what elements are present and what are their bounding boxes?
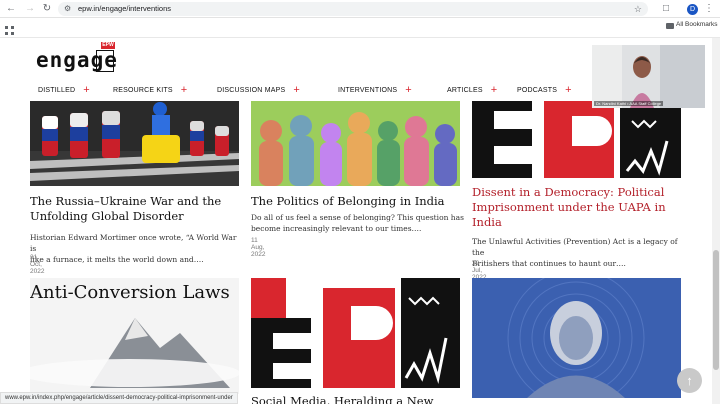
video-caption: Dr. Nandini Kathi • AAA Staff College	[594, 101, 664, 106]
nav-label: DISCUSSION MAPS	[217, 87, 286, 94]
nav-label: RESOURCE KITS	[113, 87, 173, 94]
excerpt-line: The Unlawful Activities (Prevention) Act…	[472, 237, 678, 257]
title-line[interactable]: India	[472, 215, 687, 230]
scroll-to-top-icon[interactable]: ↑	[677, 368, 702, 393]
browser-toolbar: ← → ↻ ⚙ epw.in/engage/interventions ☆ □ …	[0, 0, 720, 18]
address-url[interactable]: epw.in/engage/interventions	[78, 2, 171, 16]
excerpt-line: become increasingly relevant to our time…	[251, 224, 422, 233]
article-date: 31 Oct, 2022	[30, 254, 45, 275]
page-scrollbar[interactable]	[712, 38, 720, 404]
nav-item-articles[interactable]: ARTICLES +	[447, 82, 497, 98]
nav-item-distilled[interactable]: DISTILLED +	[38, 82, 90, 98]
back-arrow-icon[interactable]: ←	[5, 3, 17, 15]
main-nav: DISTILLED + RESOURCE KITS + DISCUSSION MAP…	[30, 82, 590, 98]
nav-label: INTERVENTIONS	[338, 87, 398, 94]
plus-icon[interactable]: +	[293, 84, 300, 96]
browser-menu-icon[interactable]: ⋮	[703, 3, 715, 15]
nav-label: PODCASTS	[517, 87, 558, 94]
article-thumbnail[interactable]: Anti-Conversion Laws	[30, 278, 239, 394]
logo-frame	[96, 50, 114, 72]
plus-icon[interactable]: +	[181, 84, 188, 96]
nav-label: ARTICLES	[447, 87, 483, 94]
thumbnail-text: Anti-Conversion Laws	[30, 282, 230, 303]
bookmark-star-icon[interactable]: ☆	[634, 2, 642, 16]
title-line[interactable]: Imprisonment under the UAPA in	[472, 200, 687, 215]
plus-icon[interactable]: +	[83, 84, 90, 96]
plus-icon[interactable]: +	[491, 84, 498, 96]
address-bar[interactable]: ⚙ epw.in/engage/interventions ☆	[58, 2, 648, 16]
title-line[interactable]: Unfolding Global Disorder	[30, 209, 245, 224]
excerpt-line: Britishers that continues to haunt our….	[472, 259, 626, 268]
article-excerpt: The Unlawful Activities (Prevention) Act…	[472, 236, 687, 269]
title-line[interactable]: The Russia–Ukraine War and the	[30, 194, 245, 209]
article-title[interactable]: Social Media, Heralding a New World	[251, 394, 466, 404]
reload-icon[interactable]: ↻	[41, 3, 53, 15]
article-thumbnail[interactable]	[472, 101, 681, 178]
nav-item-resource-kits[interactable]: RESOURCE KITS +	[113, 82, 187, 98]
folder-icon	[666, 23, 674, 29]
site-settings-icon[interactable]: ⚙	[64, 2, 71, 16]
article-excerpt: Do all of us feel a sense of belonging? …	[251, 212, 466, 234]
forward-arrow-icon[interactable]: →	[24, 3, 36, 15]
article-title[interactable]: The Russia–Ukraine War and the Unfolding…	[30, 194, 245, 224]
article-title[interactable]: The Politics of Belonging in India	[251, 194, 466, 209]
article-thumbnail[interactable]	[30, 101, 239, 186]
profile-avatar[interactable]: D	[687, 4, 698, 15]
status-bar-url: www.epw.in/index.php/engage/article/diss…	[0, 392, 238, 404]
excerpt-line: Historian Edward Mortimer once wrote, “A…	[30, 233, 237, 253]
bookmarks-bar: All Bookmarks	[0, 18, 720, 38]
nav-item-discussion-maps[interactable]: DISCUSSION MAPS +	[217, 82, 300, 98]
article-thumbnail[interactable]	[251, 278, 460, 388]
article-title[interactable]: Dissent in a Democracy: Political Impris…	[472, 185, 687, 230]
article-thumbnail[interactable]	[251, 101, 460, 186]
extensions-icon[interactable]: □	[660, 3, 672, 15]
title-line[interactable]: The Politics of Belonging in India	[251, 194, 466, 209]
all-bookmarks-label[interactable]: All Bookmarks	[676, 21, 718, 28]
article-date: 11 Aug, 2022	[251, 237, 266, 258]
video-call-overlay[interactable]: Dr. Nandini Kathi • AAA Staff College	[592, 45, 705, 108]
scrollbar-thumb[interactable]	[713, 250, 719, 370]
article-excerpt: Historian Edward Mortimer once wrote, “A…	[30, 232, 245, 265]
plus-icon[interactable]: +	[565, 84, 572, 96]
nav-item-interventions[interactable]: INTERVENTIONS +	[338, 82, 412, 98]
plus-icon[interactable]: +	[405, 84, 412, 96]
excerpt-line: Do all of us feel a sense of belonging? …	[251, 213, 464, 222]
article-thumbnail[interactable]	[472, 278, 681, 398]
nav-item-podcasts[interactable]: PODCASTS +	[517, 82, 572, 98]
logo-badge: EPW	[101, 42, 115, 49]
site-logo[interactable]: engage EPW	[30, 42, 120, 74]
apps-grid-icon[interactable]	[5, 22, 14, 35]
title-line[interactable]: Dissent in a Democracy: Political	[472, 185, 687, 200]
excerpt-line: like a furnace, it melts the world down …	[30, 255, 204, 264]
nav-label: DISTILLED	[38, 87, 76, 94]
